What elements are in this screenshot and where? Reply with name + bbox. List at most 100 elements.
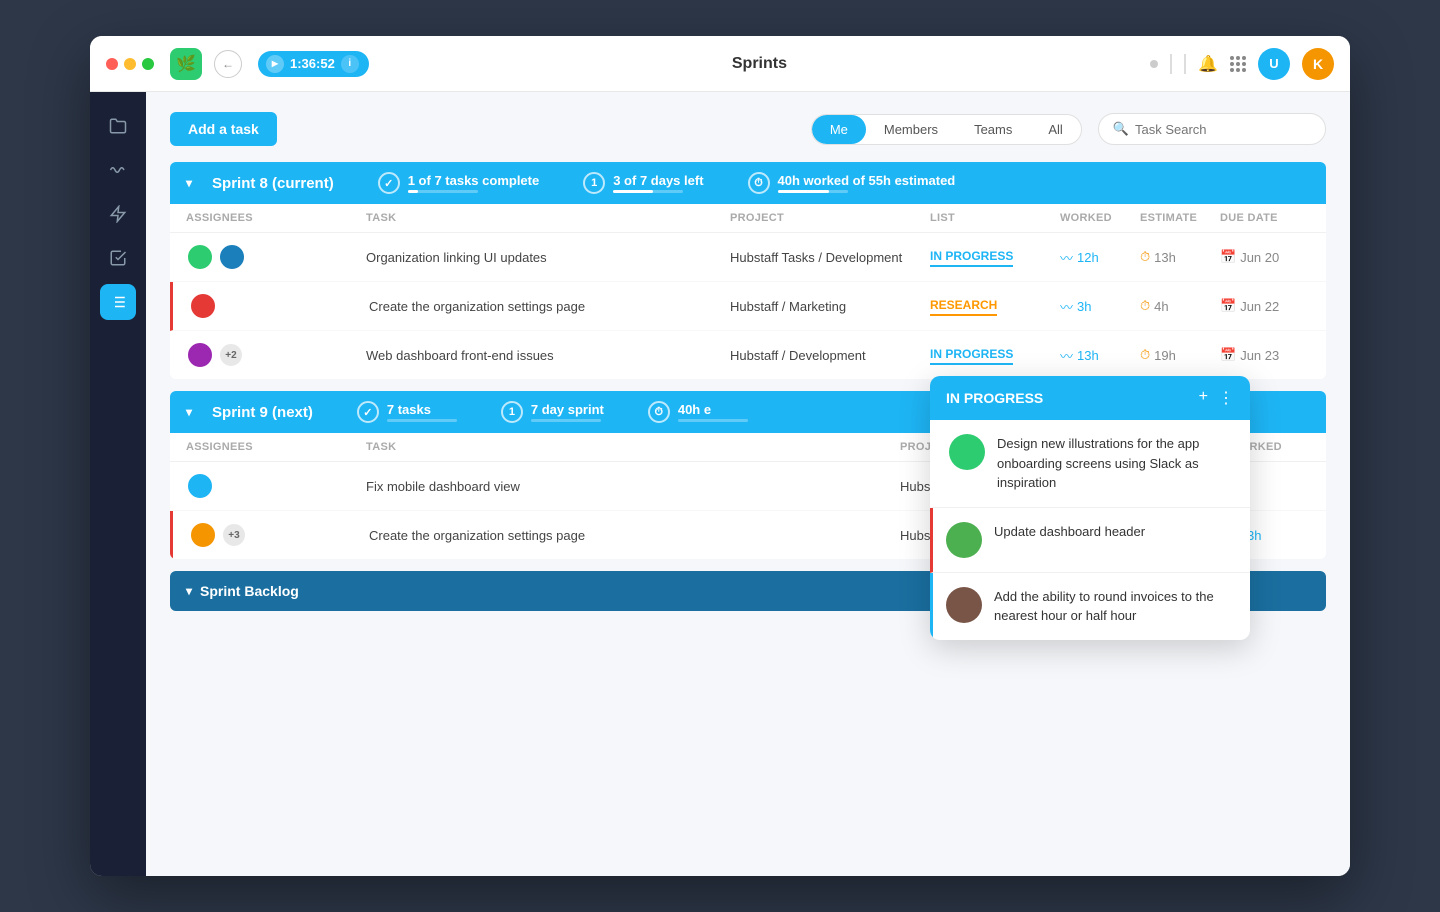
panel-add-button[interactable]: + (1199, 388, 1208, 408)
wave-icon: 〰 (1060, 346, 1073, 365)
sprint-8-stat3-label: 40h worked of 55h estimated (778, 173, 956, 188)
panel-avatar (946, 522, 982, 558)
sprint-9-stat1-label: 7 tasks (387, 402, 457, 417)
avatar (189, 292, 217, 320)
panel-item-text: Add the ability to round invoices to the… (994, 587, 1234, 626)
sidebar-item-wave[interactable] (100, 152, 136, 188)
panel-item-text: Update dashboard header (994, 522, 1145, 542)
wave-icon: 〰 (1060, 248, 1073, 267)
task-name: Web dashboard front-end issues (366, 348, 730, 363)
due-cell: 📅 Jun 23 (1220, 347, 1310, 363)
search-icon: 🔍 (1113, 121, 1129, 137)
filter-members[interactable]: Members (866, 115, 956, 144)
info-icon[interactable]: i (341, 55, 359, 73)
panel-menu-button[interactable]: ⋮ (1218, 388, 1234, 408)
sprint-backlog-chevron[interactable]: ▾ (186, 584, 192, 598)
sprint-9-stat3: ⏱ 40h e (648, 401, 748, 423)
status-badge: IN PROGRESS (930, 345, 1013, 365)
clock-icon: ⏱ (748, 172, 770, 194)
status-badge: IN PROGRESS (930, 247, 1013, 267)
col-estimate: Estimate (1140, 212, 1220, 224)
add-task-button[interactable]: Add a task (170, 112, 277, 146)
col-worked: Worked (1060, 212, 1140, 224)
filter-all[interactable]: All (1030, 115, 1080, 144)
sidebar-item-list[interactable] (100, 284, 136, 320)
worked-cell: 〰 12h (1060, 248, 1140, 267)
project-name: Hubstaff Tasks / Development (730, 250, 930, 265)
sprint-8-stat2-label: 3 of 7 days left (613, 173, 703, 188)
window-controls (106, 58, 154, 70)
sprint-8-chevron[interactable]: ▾ (186, 176, 192, 190)
task-icon: ✓ (357, 401, 379, 423)
assignees-cell: +3 (189, 521, 369, 549)
divider2 (1184, 54, 1186, 74)
estimate-cell: ⏱ 19h (1140, 347, 1220, 363)
sidebar-item-check[interactable] (100, 240, 136, 276)
maximize-dot[interactable] (142, 58, 154, 70)
status-dot (1150, 60, 1158, 68)
due-cell: 📅 Jun 22 (1220, 298, 1310, 314)
col-project: Project (730, 212, 930, 224)
status-cell: IN PROGRESS (930, 247, 1060, 267)
avatar (186, 243, 214, 271)
panel-avatar (946, 587, 982, 623)
timer-badge[interactable]: ▶ 1:36:52 i (258, 51, 369, 77)
estimate-cell: ⏱ 13h (1140, 249, 1220, 265)
close-dot[interactable] (106, 58, 118, 70)
filter-group: Me Members Teams All (811, 114, 1082, 145)
sprint-8-name: Sprint 8 (current) (212, 175, 334, 192)
bell-icon[interactable]: 🔔 (1198, 54, 1218, 74)
hours-icon: ⏱ (648, 401, 670, 423)
sprint-9-chevron[interactable]: ▾ (186, 405, 192, 419)
wave-icon: 〰 (1060, 297, 1073, 316)
filter-teams[interactable]: Teams (956, 115, 1030, 144)
filter-me[interactable]: Me (812, 115, 866, 144)
sidebar-item-files[interactable] (100, 108, 136, 144)
status-badge: RESEARCH (930, 296, 997, 316)
avatar (186, 341, 214, 369)
assignees-cell (186, 243, 366, 271)
nav-controls: ← ▶ 1:36:52 i (214, 50, 369, 78)
search-input[interactable] (1135, 122, 1311, 137)
due-cell: 📅 Jun 20 (1220, 249, 1310, 265)
task-complete-icon: ✓ (378, 172, 400, 194)
sprint-9-stat2-label: 7 day sprint (531, 402, 604, 417)
sidebar-item-bolt[interactable] (100, 196, 136, 232)
grid-icon[interactable] (1230, 56, 1246, 72)
play-icon: ▶ (266, 55, 284, 73)
task-name: Organization linking UI updates (366, 250, 730, 265)
page-title: Sprints (369, 55, 1150, 73)
search-box: 🔍 (1098, 113, 1326, 145)
assignees-cell (186, 472, 366, 500)
col-list: List (930, 212, 1060, 224)
status-cell: IN PROGRESS (930, 345, 1060, 365)
clock-icon: ⏱ (1140, 347, 1150, 363)
panel-item[interactable]: Add the ability to round invoices to the… (930, 573, 1250, 640)
in-progress-panel: IN PROGRESS + ⋮ Design new illustrations… (930, 376, 1250, 640)
panel-header: IN PROGRESS + ⋮ (930, 376, 1250, 420)
panel-item[interactable]: Update dashboard header (930, 508, 1250, 573)
cal-icon: 📅 (1220, 298, 1236, 314)
back-button[interactable]: ← (214, 50, 242, 78)
cal-icon: 📅 (1220, 347, 1236, 363)
table-row[interactable]: Create the organization settings page Hu… (170, 282, 1326, 331)
col-assignees: Assignees (186, 212, 366, 224)
assignees-cell: +2 (186, 341, 366, 369)
col-assignees: Assignees (186, 441, 366, 453)
divider (1170, 54, 1172, 74)
sprint-backlog-name: Sprint Backlog (200, 583, 299, 599)
panel-actions: + ⋮ (1199, 388, 1234, 408)
col-duedate: Due Date (1220, 212, 1310, 224)
panel-item[interactable]: Design new illustrations for the app onb… (930, 420, 1250, 508)
sprint-8-stat3: ⏱ 40h worked of 55h estimated (748, 172, 956, 194)
status-cell: RESEARCH (930, 296, 1060, 316)
user-initial[interactable]: K (1302, 48, 1334, 80)
user-avatar[interactable]: U (1258, 48, 1290, 80)
avatar (189, 521, 217, 549)
clock-icon: ⏱ (1140, 249, 1150, 265)
minimize-dot[interactable] (124, 58, 136, 70)
more-badge: +2 (218, 342, 244, 368)
table-row[interactable]: +2 Web dashboard front-end issues Hubsta… (170, 331, 1326, 379)
sprint-8-stat1-label: 1 of 7 tasks complete (408, 173, 540, 188)
table-row[interactable]: Organization linking UI updates Hubstaff… (170, 233, 1326, 282)
